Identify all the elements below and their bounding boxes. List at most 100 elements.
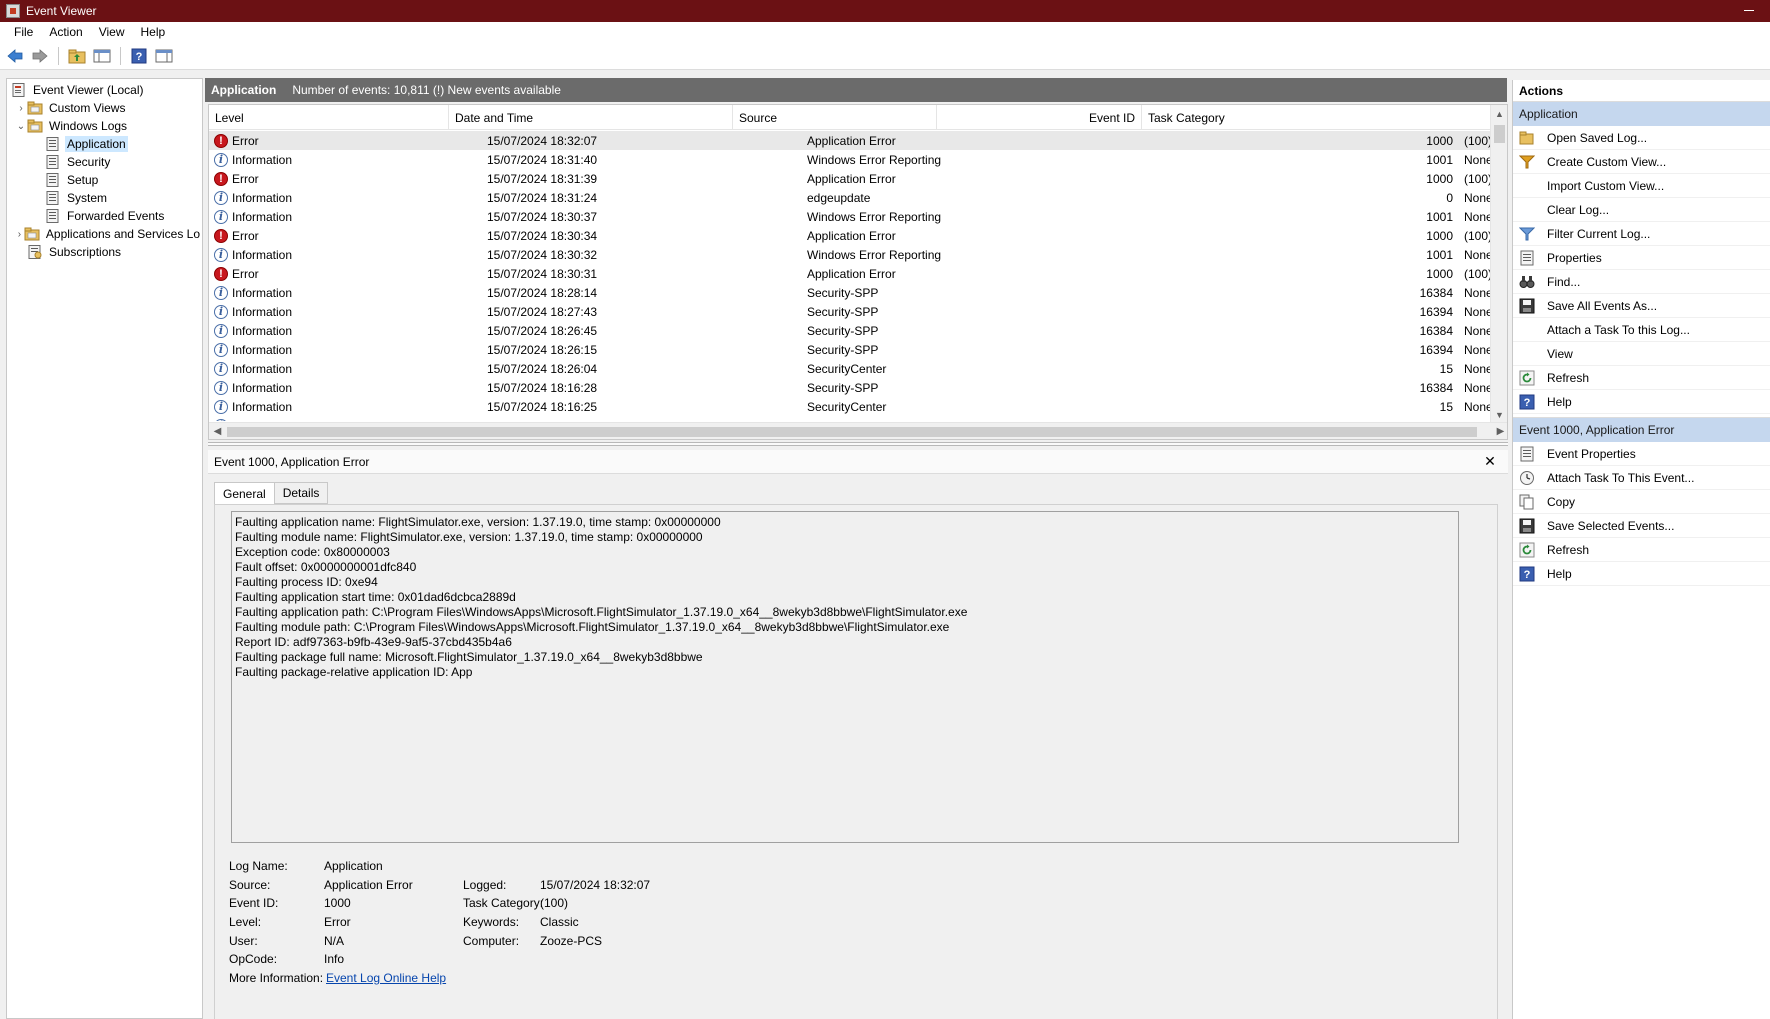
binoculars-icon xyxy=(1519,274,1535,290)
event-description[interactable]: Faulting application name: FlightSimulat… xyxy=(231,511,1459,843)
action-attach-a-task-to-this-log[interactable]: Attach a Task To this Log... xyxy=(1513,318,1770,342)
action-refresh[interactable]: Refresh xyxy=(1513,366,1770,390)
event-row[interactable]: i Information 15/07/2024 18:27:43 Security-… xyxy=(209,302,1491,321)
event-row[interactable]: i Information 15/07/2024 18:26:04 SecurityC… xyxy=(209,359,1491,378)
action-save-selected-events[interactable]: Save Selected Events... xyxy=(1513,514,1770,538)
tree-item-setup[interactable]: Setup xyxy=(7,171,202,189)
action-properties[interactable]: Properties xyxy=(1513,246,1770,270)
action-save-all-events-as[interactable]: Save All Events As... xyxy=(1513,294,1770,318)
column-header-source[interactable]: Source xyxy=(733,105,937,130)
event-row[interactable]: i Information 15/07/2024 18:26:15 Security-… xyxy=(209,340,1491,359)
show-hide-action-pane-icon[interactable] xyxy=(153,45,175,67)
action-view[interactable]: View xyxy=(1513,342,1770,366)
event-level: Information xyxy=(232,190,293,205)
scrollbar-thumb[interactable] xyxy=(1494,125,1505,143)
event-id: 16384 xyxy=(1419,285,1453,300)
event-row[interactable]: i Information 15/07/2024 18:31:24 edgeupdat… xyxy=(209,188,1491,207)
folder-icon xyxy=(27,101,43,115)
action-help[interactable]: ? Help xyxy=(1513,390,1770,414)
action-open-saved-log[interactable]: Open Saved Log... xyxy=(1513,126,1770,150)
chevron-right-icon[interactable]: › xyxy=(15,228,24,240)
title-bar: Event Viewer xyxy=(0,0,1770,22)
event-row[interactable]: i Information 15/07/2024 18:28:14 Security-… xyxy=(209,283,1491,302)
menu-action[interactable]: Action xyxy=(41,25,90,39)
prop-value-user: N/A xyxy=(324,934,345,948)
tree-item-label: Forwarded Events xyxy=(67,209,165,223)
column-header-task-category[interactable]: Task Category xyxy=(1142,105,1491,130)
scroll-left-icon[interactable]: ◀ xyxy=(209,423,226,439)
tree-item-event-viewer-local[interactable]: Event Viewer (Local) xyxy=(7,81,202,99)
svg-text:?: ? xyxy=(136,51,143,63)
column-header-level[interactable]: Level xyxy=(209,105,449,130)
log-icon xyxy=(45,137,61,151)
action-find[interactable]: Find... xyxy=(1513,270,1770,294)
column-header-date[interactable]: Date and Time xyxy=(449,105,733,130)
event-row[interactable]: i Information 15/07/2024 18:30:32 Windows E… xyxy=(209,245,1491,264)
event-level: Information xyxy=(232,323,293,338)
minimize-button[interactable] xyxy=(1742,3,1756,17)
refresh-icon xyxy=(1519,542,1535,558)
event-row[interactable]: ! Error 15/07/2024 18:32:07 Application Err… xyxy=(209,131,1491,150)
event-level-cell: i Information xyxy=(214,188,474,207)
menu-view[interactable]: View xyxy=(91,25,133,39)
tab-details[interactable]: Details xyxy=(273,482,329,504)
toolbar: ? xyxy=(0,42,1770,70)
show-hide-tree-icon[interactable] xyxy=(91,45,113,67)
action-help[interactable]: ? Help xyxy=(1513,562,1770,586)
action-event-properties[interactable]: Event Properties xyxy=(1513,442,1770,466)
events-horizontal-scrollbar[interactable]: ◀ ▶ xyxy=(209,422,1507,439)
action-copy[interactable]: Copy xyxy=(1513,490,1770,514)
pane-splitter[interactable] xyxy=(208,442,1508,446)
tree-item-security[interactable]: Security xyxy=(7,153,202,171)
event-row[interactable]: i Information 15/07/2024 18:31:40 Windows E… xyxy=(209,150,1491,169)
actions-section-header[interactable]: Event 1000, Application Error xyxy=(1513,418,1770,442)
event-row[interactable]: i Information 15/07/2024 18:16:28 Security-… xyxy=(209,378,1491,397)
chevron-right-icon[interactable]: › xyxy=(15,102,27,114)
tree-item-custom-views[interactable]: › Custom Views xyxy=(7,99,202,117)
action-attach-task-to-this-event[interactable]: Attach Task To This Event... xyxy=(1513,466,1770,490)
tree-item-subscriptions[interactable]: Subscriptions xyxy=(7,243,202,261)
prop-value-source: Application Error xyxy=(324,878,413,892)
action-create-custom-view[interactable]: Create Custom View... xyxy=(1513,150,1770,174)
event-level: Error xyxy=(232,133,259,148)
back-arrow-icon[interactable] xyxy=(4,45,26,67)
action-label: Save Selected Events... xyxy=(1547,518,1675,533)
forward-arrow-icon[interactable] xyxy=(29,45,51,67)
prop-value-level: Error xyxy=(324,915,351,929)
action-clear-log[interactable]: Clear Log... xyxy=(1513,198,1770,222)
close-icon[interactable]: ✕ xyxy=(1482,453,1498,469)
chevron-down-icon[interactable]: ⌄ xyxy=(15,120,27,132)
tree-item-applications-and-services-lo[interactable]: › Applications and Services Lo xyxy=(7,225,202,243)
event-row[interactable]: ! Error 15/07/2024 18:30:34 Application Err… xyxy=(209,226,1491,245)
action-refresh[interactable]: Refresh xyxy=(1513,538,1770,562)
tree-item-windows-logs[interactable]: ⌄ Windows Logs xyxy=(7,117,202,135)
event-row[interactable]: i Information 15/07/2024 18:16:23 SecurityC… xyxy=(209,416,1491,421)
event-row[interactable]: i Information 15/07/2024 18:30:37 Windows E… xyxy=(209,207,1491,226)
scroll-right-icon[interactable]: ▶ xyxy=(1492,423,1507,439)
event-row[interactable]: ! Error 15/07/2024 18:30:31 Application Err… xyxy=(209,264,1491,283)
event-log-online-help-link[interactable]: Event Log Online Help xyxy=(326,969,446,987)
general-tab-body: Faulting application name: FlightSimulat… xyxy=(214,504,1498,1019)
scroll-down-icon[interactable]: ▼ xyxy=(1491,406,1507,423)
column-header-event-id[interactable]: Event ID xyxy=(937,105,1142,130)
event-level-cell: i Information xyxy=(214,359,474,378)
event-row[interactable]: i Information 15/07/2024 18:26:45 Security-… xyxy=(209,321,1491,340)
event-row[interactable]: ! Error 15/07/2024 18:31:39 Application Err… xyxy=(209,169,1491,188)
scrollbar-thumb[interactable] xyxy=(227,427,1477,437)
toolbar-separator xyxy=(58,46,59,65)
events-vertical-scrollbar[interactable]: ▲ ▼ xyxy=(1490,105,1507,423)
tree-item-system[interactable]: System xyxy=(7,189,202,207)
actions-section-header[interactable]: Application xyxy=(1513,102,1770,126)
menu-file[interactable]: File xyxy=(6,25,41,39)
scroll-up-icon[interactable]: ▲ xyxy=(1491,105,1507,122)
menu-help[interactable]: Help xyxy=(133,25,174,39)
window-title: Event Viewer xyxy=(26,4,97,18)
tree-item-forwarded-events[interactable]: Forwarded Events xyxy=(7,207,202,225)
tree-item-application[interactable]: Application xyxy=(7,135,202,153)
up-folder-icon[interactable] xyxy=(66,45,88,67)
event-row[interactable]: i Information 15/07/2024 18:16:25 SecurityC… xyxy=(209,397,1491,416)
action-import-custom-view[interactable]: Import Custom View... xyxy=(1513,174,1770,198)
action-filter-current-log[interactable]: Filter Current Log... xyxy=(1513,222,1770,246)
tab-general[interactable]: General xyxy=(214,482,275,505)
help-icon[interactable]: ? xyxy=(128,45,150,67)
